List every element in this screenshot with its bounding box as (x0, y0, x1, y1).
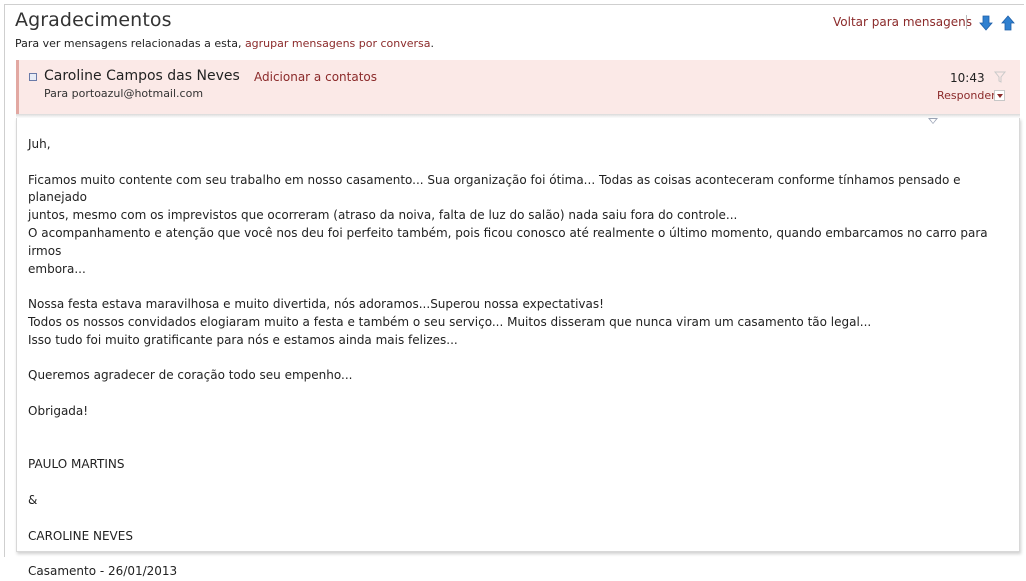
related-messages-hint: Para ver mensagens relacionadas a esta, … (15, 37, 434, 50)
message-header: Caroline Campos das Neves Adicionar a co… (16, 60, 1020, 114)
signature-event: Casamento - 26/01/2013 (28, 564, 178, 579)
nav-divider (966, 15, 967, 29)
collapse-triangle-icon[interactable] (928, 118, 938, 124)
related-hint-suffix: . (430, 37, 435, 50)
body-line: Nossa festa estava maravilhosa e muito d… (28, 297, 604, 312)
greeting: Juh, (28, 137, 51, 151)
add-to-contacts-link[interactable]: Adicionar a contatos (254, 70, 377, 84)
message-body: Juh, Ficamos muito contente com seu trab… (28, 136, 1018, 581)
reply-options-dropdown[interactable] (994, 90, 1005, 101)
arrow-down-icon[interactable] (979, 15, 993, 31)
arrow-up-icon[interactable] (1001, 15, 1015, 31)
body-line: Ficamos muito contente com seu trabalho … (28, 172, 965, 205)
reply-button[interactable]: Responder (937, 89, 996, 102)
closing: Obrigada! (28, 403, 89, 418)
sender-name[interactable]: Caroline Campos das Neves (44, 68, 240, 84)
body-line: O acompanhamento e atenção que você nos … (28, 225, 992, 258)
page-title: Agradecimentos (15, 9, 172, 31)
signature-name: CAROLINE NEVES (28, 528, 133, 543)
flag-icon[interactable] (993, 69, 1007, 83)
body-line: juntos, mesmo com os imprevistos que oco… (28, 208, 738, 223)
back-to-messages-link[interactable]: Voltar para mensagens (833, 15, 972, 29)
message-select-checkbox[interactable] (29, 73, 37, 81)
body-line: Queremos agradecer de coração todo seu e… (28, 368, 353, 383)
recipient-line: Para portoazul@hotmail.com (44, 87, 204, 100)
body-line: embora... (28, 261, 86, 276)
body-line: Todos os nossos convidados elogiaram mui… (28, 314, 872, 329)
body-line: Isso tudo foi muito gratificante para nó… (28, 332, 458, 347)
group-by-conversation-link[interactable]: agrupar mensagens por conversa (245, 37, 431, 50)
signature-ampersand: & (28, 492, 38, 507)
signature-name: PAULO MARTINS (28, 457, 125, 472)
related-hint-text: Para ver mensagens relacionadas a esta, (15, 37, 245, 50)
message-time: 10:43 (950, 71, 985, 85)
